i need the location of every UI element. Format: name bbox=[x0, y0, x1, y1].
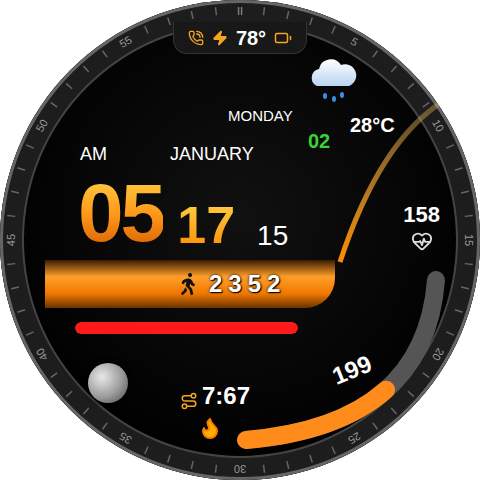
distance-value: 7:67 bbox=[202, 382, 250, 410]
bezel-tick bbox=[373, 51, 378, 57]
heart-rate-value: 158 bbox=[403, 202, 440, 228]
bezel-tick bbox=[102, 423, 107, 429]
bezel-tick bbox=[332, 446, 335, 453]
bezel-tick bbox=[461, 287, 469, 289]
bezel-label: 55 bbox=[112, 30, 139, 52]
bezel-tick bbox=[461, 191, 469, 193]
battery-icon bbox=[274, 29, 292, 47]
phone-icon bbox=[188, 30, 204, 46]
bezel-tick bbox=[408, 391, 414, 396]
heart-pulse-icon bbox=[411, 230, 433, 252]
bezel-tick bbox=[310, 17, 312, 25]
bezel-tick bbox=[408, 83, 414, 88]
date-block: MONDAY 28°C AMJANUARY02 bbox=[0, 104, 480, 164]
bezel-label: 5 bbox=[341, 30, 368, 52]
steps-progress-fill bbox=[75, 322, 298, 334]
day: 02 bbox=[308, 130, 350, 164]
steps-progress bbox=[75, 322, 298, 334]
bezel-tick bbox=[66, 391, 72, 396]
weekday: MONDAY bbox=[170, 107, 308, 124]
bezel-tick bbox=[7, 263, 15, 265]
bezel-label: II bbox=[228, 5, 252, 17]
bezel-tick bbox=[465, 215, 473, 217]
bezel-label: 30 bbox=[228, 463, 252, 475]
bezel-tick bbox=[310, 455, 312, 463]
bezel-tick bbox=[391, 408, 396, 414]
calories-value: 199 bbox=[328, 350, 376, 391]
am-pm: AM bbox=[80, 144, 170, 164]
bezel-tick bbox=[83, 66, 88, 72]
minutes: 17 bbox=[177, 199, 235, 251]
bezel-tick bbox=[145, 446, 148, 453]
top-row: 78° bbox=[0, 22, 480, 54]
bezel-tick bbox=[191, 461, 193, 469]
bezel-tick bbox=[11, 191, 19, 193]
face-content: 78° MONDAY 28°C AMJANUARY02 05 17 15 158 2352 7:6… bbox=[0, 0, 480, 446]
seconds: 15 bbox=[257, 222, 288, 250]
bezel-tick bbox=[66, 83, 72, 88]
bezel-tick bbox=[215, 7, 217, 15]
weather-row bbox=[0, 54, 480, 104]
bezel-tick bbox=[423, 102, 429, 107]
bezel-tick bbox=[83, 408, 88, 414]
bezel-label: 35 bbox=[112, 427, 139, 449]
bezel-label: 50 bbox=[30, 112, 52, 139]
bezel-label: 15 bbox=[463, 228, 475, 252]
moon-icon bbox=[88, 363, 128, 403]
bezel-label: 10 bbox=[427, 112, 449, 139]
info-row: 7:67199 bbox=[0, 356, 480, 410]
bezel-tick bbox=[263, 465, 265, 473]
bezel-tick bbox=[17, 310, 25, 312]
bezel-tick bbox=[51, 102, 57, 107]
watch-face: II 5 10 15 20 25 30 35 40 45 50 55 78° MONDAY 28°C AMJA… bbox=[0, 0, 480, 480]
step-count: 2352 bbox=[209, 270, 286, 298]
bezel-tick bbox=[215, 465, 217, 473]
bezel-tick bbox=[373, 423, 378, 429]
temperature: 28°C bbox=[350, 104, 480, 164]
bolt-icon bbox=[212, 30, 228, 46]
heart-rate: 158 bbox=[403, 202, 440, 252]
bezel-tick bbox=[51, 373, 57, 378]
bezel-tick bbox=[446, 145, 453, 148]
month: JANUARY bbox=[170, 144, 308, 164]
time-row: 05 17 15 158 bbox=[0, 164, 480, 254]
bezel-tick bbox=[465, 263, 473, 265]
bezel-label: 25 bbox=[341, 427, 368, 449]
bezel-tick bbox=[145, 26, 148, 33]
status-pill: 78° bbox=[173, 22, 307, 54]
bezel-label: 20 bbox=[427, 341, 449, 368]
bezel-tick bbox=[455, 310, 463, 312]
bezel-tick bbox=[7, 215, 15, 217]
status-temperature: 78° bbox=[236, 25, 266, 51]
bezel-tick bbox=[332, 26, 335, 33]
rain-cloud-icon bbox=[305, 54, 359, 104]
bezel-label: 40 bbox=[30, 341, 52, 368]
steps-band: 2352 bbox=[45, 260, 335, 308]
distance: 7:67 bbox=[180, 382, 250, 410]
bezel-tick bbox=[26, 332, 33, 335]
bezel-label: 45 bbox=[5, 228, 17, 252]
bezel-tick bbox=[287, 11, 289, 19]
hours: 05 bbox=[78, 172, 163, 254]
bezel-tick bbox=[168, 455, 170, 463]
walking-icon bbox=[177, 273, 199, 295]
route-icon bbox=[180, 392, 198, 410]
bezel-tick bbox=[102, 51, 107, 57]
bezel-tick bbox=[17, 168, 25, 170]
bezel-tick bbox=[263, 7, 265, 15]
bezel-tick bbox=[287, 461, 289, 469]
bezel-tick bbox=[191, 11, 193, 19]
bezel-tick bbox=[26, 145, 33, 148]
flame-icon bbox=[198, 416, 222, 440]
bezel-tick bbox=[455, 168, 463, 170]
bezel-tick bbox=[391, 66, 396, 72]
bezel-tick bbox=[446, 332, 453, 335]
bezel-tick bbox=[168, 17, 170, 25]
bezel-tick bbox=[11, 287, 19, 289]
calories-row bbox=[0, 410, 480, 446]
bezel-tick bbox=[423, 373, 429, 378]
